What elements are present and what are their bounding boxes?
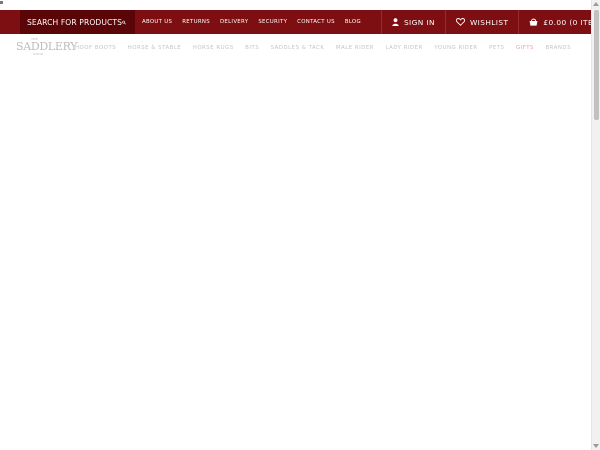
wishlist-label: WISHLIST [469, 17, 509, 27]
scroll-down-arrow[interactable] [593, 444, 599, 448]
logo-main-text: SADDLERY [16, 40, 78, 53]
nav-pets[interactable]: PETS [489, 45, 504, 51]
nav-young-rider[interactable]: YOUNG RIDER [434, 45, 477, 51]
nav-male-rider[interactable]: MALE RIDER [336, 45, 374, 51]
sign-in-link[interactable]: SIGN IN [392, 18, 435, 27]
page-scrollbar[interactable] [591, 0, 600, 450]
nav-lady-rider[interactable]: LADY RIDER [386, 45, 423, 51]
link-about-us[interactable]: ABOUT US [142, 19, 172, 25]
search-label: SEARCH FOR PRODUCTS [27, 17, 123, 27]
search-icon[interactable] [122, 18, 126, 27]
search-box[interactable]: SEARCH FOR PRODUCTS [20, 10, 135, 34]
nav-horse-rugs[interactable]: HORSE RUGS [193, 45, 234, 51]
nav-brands[interactable]: BRANDS [545, 45, 571, 51]
site-logo[interactable]: THE SADDLERY SHOP [16, 36, 78, 60]
nav-horse-stable[interactable]: HORSE & STABLE [128, 45, 182, 51]
nav-bits[interactable]: BITS [245, 45, 259, 51]
scroll-up-arrow[interactable] [593, 2, 599, 6]
link-blog[interactable]: BLOG [345, 19, 361, 25]
account-area: SIGN IN WISHLIST £0.00 (0 ITEM) [371, 10, 600, 34]
top-links: ABOUT US RETURNS DELIVERY SECURITY CONTA… [142, 19, 371, 25]
sign-in-label: SIGN IN [403, 17, 435, 27]
top-bar: SEARCH FOR PRODUCTS ABOUT US RETURNS DEL… [0, 10, 600, 34]
heart-icon [455, 18, 465, 26]
divider [380, 10, 382, 34]
cart-icon [530, 18, 538, 26]
divider [444, 10, 446, 34]
wishlist-link[interactable]: WISHLIST [455, 17, 509, 27]
main-nav: THE SADDLERY SHOP HOOF BOOTS HORSE & STA… [0, 34, 591, 62]
nav-saddles-tack[interactable]: SADDLES & TACK [271, 45, 325, 51]
link-returns[interactable]: RETURNS [182, 19, 210, 25]
cart-link[interactable]: £0.00 (0 ITEM) [529, 18, 600, 27]
link-security[interactable]: SECURITY [258, 19, 287, 25]
divider [518, 10, 520, 34]
scroll-thumb[interactable] [594, 10, 599, 120]
nav-gifts[interactable]: GIFTS [516, 45, 534, 51]
logo-bottom-text: SHOP [33, 52, 44, 56]
nav-hoof-boots[interactable]: HOOF BOOTS [75, 45, 116, 51]
user-icon [392, 18, 399, 26]
link-delivery[interactable]: DELIVERY [220, 19, 248, 25]
nav-items: HOOF BOOTS HORSE & STABLE HORSE RUGS BIT… [75, 45, 583, 51]
corner-mark [0, 1, 3, 4]
link-contact-us[interactable]: CONTACT US [297, 19, 335, 25]
